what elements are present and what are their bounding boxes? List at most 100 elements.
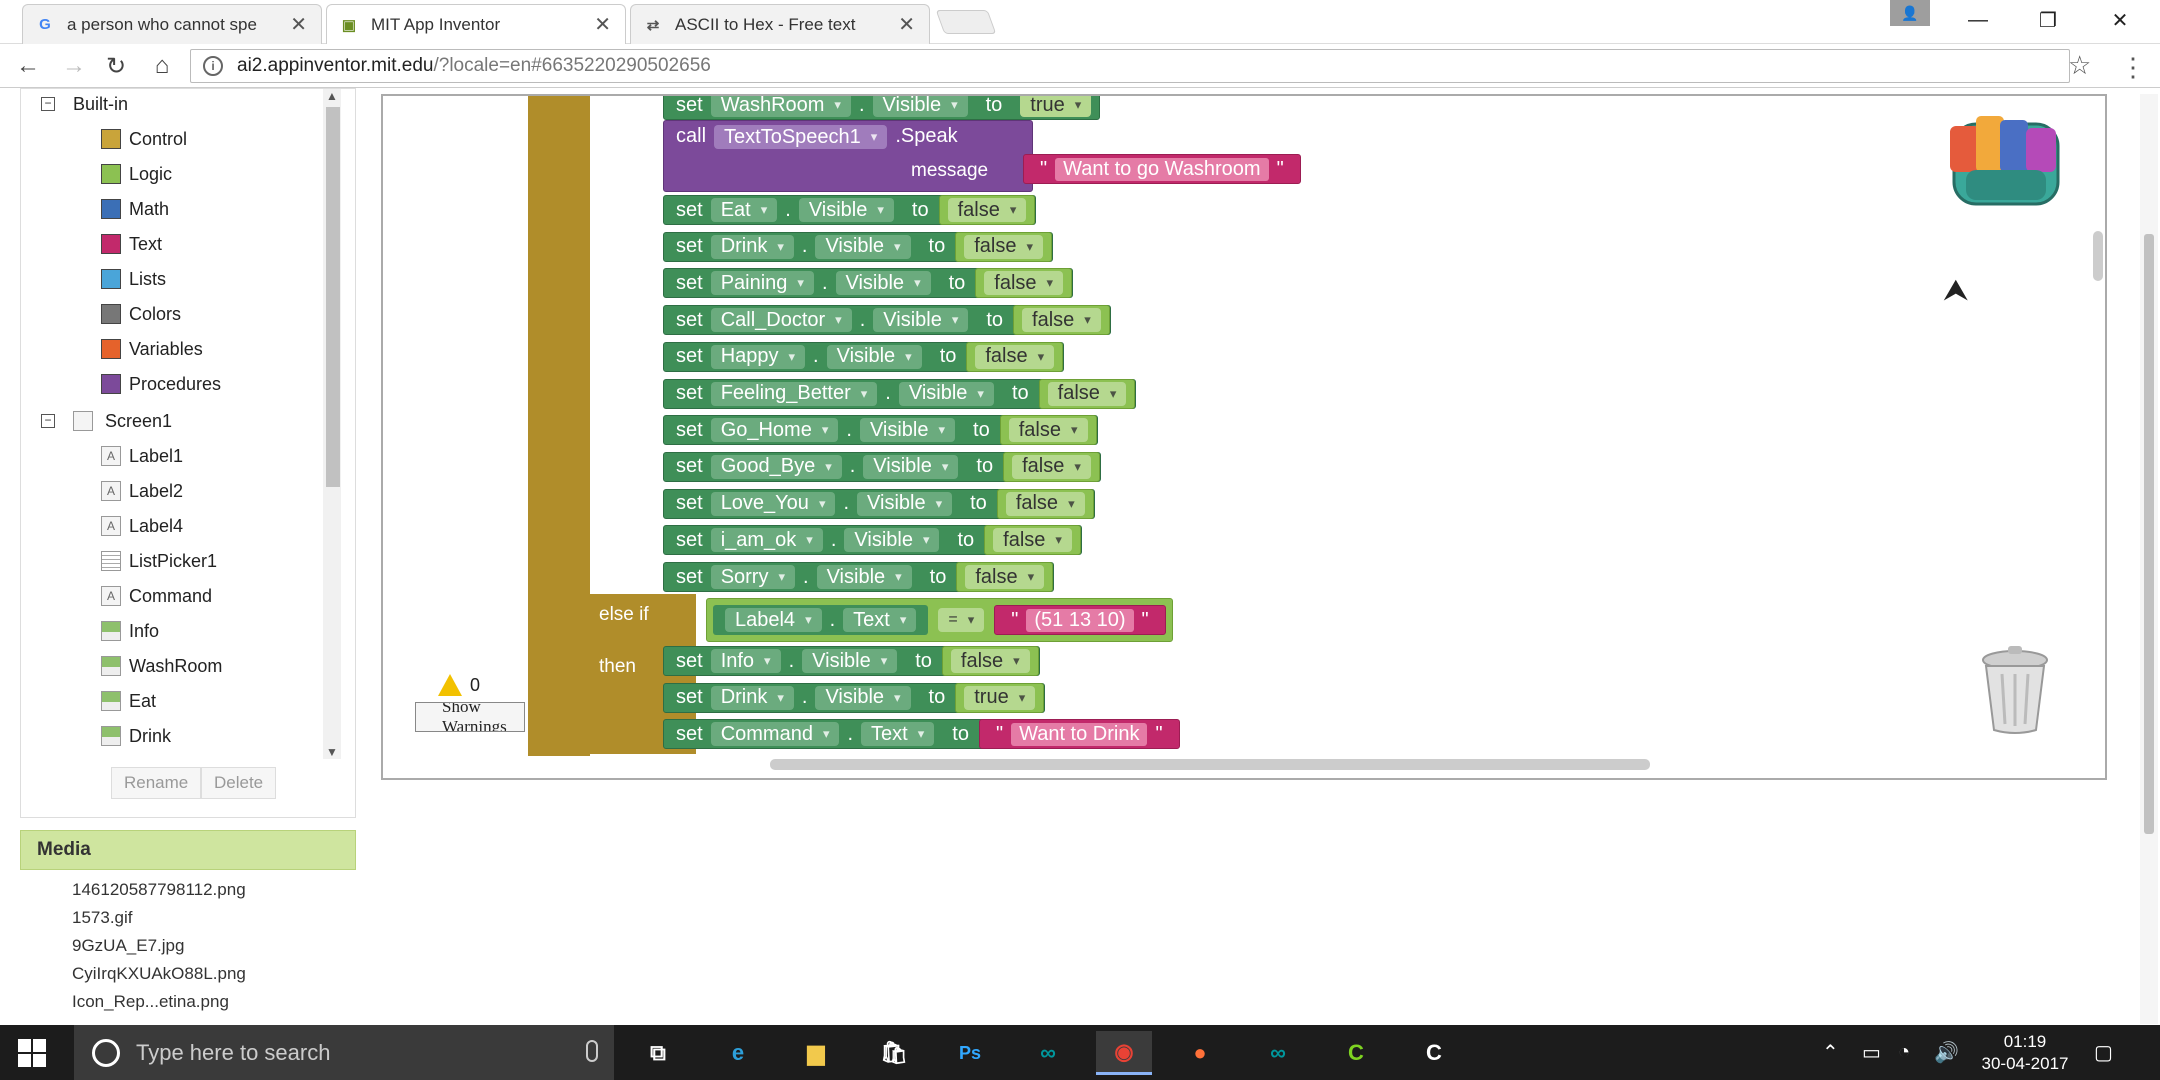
arduino-icon[interactable]: ∞ xyxy=(1020,1031,1076,1075)
page-scrollbar[interactable] xyxy=(2140,94,2158,1024)
set-block[interactable]: setDrink.Visibletofalse xyxy=(663,231,1054,262)
value-dropdown[interactable]: true xyxy=(1020,96,1092,117)
tree-builtin-item[interactable]: Lists xyxy=(101,264,166,294)
tree-component-item[interactable]: A Command xyxy=(101,581,212,611)
boolean-block[interactable]: false xyxy=(975,268,1073,299)
tab-ascii-hex[interactable]: ⇄ ASCII to Hex - Free text ✕ xyxy=(630,4,930,44)
component-dropdown[interactable]: Sorry xyxy=(710,565,796,589)
text-value[interactable]: Want to go Washroom xyxy=(1055,157,1269,181)
task-view-icon[interactable]: ⧉ xyxy=(630,1031,686,1075)
component-dropdown[interactable]: Eat xyxy=(710,198,778,222)
show-hidden-icons[interactable]: ⌃ xyxy=(1822,1025,1839,1080)
set-block[interactable]: setLove_You.Visibletofalse xyxy=(663,488,1095,519)
close-tab-icon[interactable]: ✕ xyxy=(290,12,307,37)
tree-component-item[interactable]: Eat xyxy=(101,686,156,716)
operator-dropdown[interactable]: = xyxy=(938,608,985,632)
microphone-icon[interactable] xyxy=(586,1040,598,1062)
media-file[interactable]: Icon_Rep...etina.png xyxy=(72,992,229,1012)
property-dropdown[interactable]: Visible xyxy=(859,418,956,443)
collapse-icon[interactable]: − xyxy=(41,414,55,428)
tab-google-search[interactable]: G a person who cannot spe ✕ xyxy=(22,4,322,44)
tree-builtin-item[interactable]: Math xyxy=(101,194,169,224)
camtasia-icon[interactable]: C xyxy=(1328,1031,1384,1075)
edge-icon[interactable]: e xyxy=(710,1031,766,1075)
component-dropdown[interactable]: Drink xyxy=(710,685,794,710)
component-getter-block[interactable]: Label4. Text xyxy=(713,605,929,635)
component-dropdown[interactable]: WashRoom xyxy=(710,96,851,117)
property-dropdown[interactable]: Visible xyxy=(798,198,894,222)
boolean-dropdown[interactable]: false xyxy=(1047,381,1127,406)
volume-icon[interactable]: 🔊 xyxy=(1934,1025,1959,1080)
tree-component-item[interactable]: Info xyxy=(101,616,159,646)
property-dropdown[interactable]: Text xyxy=(861,722,935,747)
boolean-block[interactable]: false xyxy=(1013,305,1110,336)
firefox-icon[interactable]: ● xyxy=(1172,1031,1228,1075)
component-dropdown[interactable]: Happy xyxy=(710,344,806,369)
component-dropdown[interactable]: Go_Home xyxy=(710,418,839,443)
compare-block[interactable]: Label4. Text = "(51 13 10)" xyxy=(706,598,1173,642)
boolean-dropdown[interactable]: false xyxy=(964,234,1044,259)
windows-start-icon[interactable] xyxy=(18,1039,46,1067)
boolean-block[interactable]: false xyxy=(1003,451,1100,482)
boolean-dropdown[interactable]: false xyxy=(965,565,1045,589)
collapse-icon[interactable]: − xyxy=(41,97,55,111)
tree-component-item[interactable]: ListPicker1 xyxy=(101,546,217,576)
tree-builtin-item[interactable]: Control xyxy=(101,124,187,154)
property-dropdown[interactable]: Visible xyxy=(898,381,994,406)
scroll-up-icon[interactable]: ▲ xyxy=(326,89,338,103)
boolean-block[interactable]: false xyxy=(984,525,1081,556)
backpack-icon[interactable] xyxy=(1936,106,2076,216)
property-dropdown[interactable]: Visible xyxy=(844,528,940,553)
set-block[interactable]: setPaining.Visibletofalse xyxy=(663,268,1074,299)
delete-button[interactable]: Delete xyxy=(201,767,277,799)
set-block[interactable]: seti_am_ok.Visibletofalse xyxy=(663,525,1082,556)
tree-builtin-item[interactable]: Procedures xyxy=(101,369,221,399)
tree-component-item[interactable]: Drink xyxy=(101,721,171,751)
set-block[interactable]: setSorry.Visibletofalse xyxy=(663,562,1055,592)
boolean-block[interactable]: false xyxy=(938,195,1036,225)
component-dropdown[interactable]: Call_Doctor xyxy=(710,308,852,333)
trash-icon[interactable] xyxy=(1980,646,2050,736)
media-file[interactable]: CyiIrqKXUAkO88L.png xyxy=(72,964,246,984)
component-dropdown[interactable]: Drink xyxy=(710,234,794,259)
property-dropdown[interactable]: Visible xyxy=(873,308,969,333)
tree-screen1[interactable]: − Screen1 xyxy=(41,406,172,436)
workspace-hscrollbar[interactable] xyxy=(770,759,1650,770)
info-icon[interactable]: i xyxy=(203,56,223,76)
boolean-dropdown[interactable]: false xyxy=(975,344,1055,369)
set-block[interactable]: setInfo.Visibletofalse xyxy=(663,646,1040,676)
url-input[interactable]: i ai2.appinventor.mit.edu/?locale=en#663… xyxy=(190,49,2070,83)
camtasia-recorder-icon[interactable]: C xyxy=(1406,1031,1462,1075)
boolean-block[interactable]: false xyxy=(996,488,1094,519)
set-block[interactable]: setFeeling_Better.Visibletofalse xyxy=(663,378,1137,409)
component-dropdown[interactable]: Info xyxy=(710,649,781,673)
boolean-block[interactable]: false xyxy=(956,562,1054,592)
new-tab-button[interactable] xyxy=(935,10,997,34)
component-dropdown[interactable]: TextToSpeech1 xyxy=(714,125,888,149)
reload-icon[interactable]: ↻ xyxy=(100,50,132,82)
boolean-dropdown[interactable]: false xyxy=(1012,454,1091,479)
property-dropdown[interactable]: Visible xyxy=(815,234,911,259)
close-window-icon[interactable]: ✕ xyxy=(2090,0,2150,40)
set-block[interactable]: setHappy.Visibletofalse xyxy=(663,341,1065,372)
battery-icon[interactable]: ▭ xyxy=(1862,1025,1881,1080)
tree-component-item[interactable]: A Label4 xyxy=(101,511,183,541)
minimize-icon[interactable]: — xyxy=(1948,0,2008,40)
tree-builtin-item[interactable]: Variables xyxy=(101,334,203,364)
back-icon[interactable]: ← xyxy=(12,50,44,82)
property-dropdown[interactable]: Visible xyxy=(857,491,953,516)
tree-component-item[interactable]: A Label2 xyxy=(101,476,183,506)
boolean-block[interactable]: false xyxy=(941,646,1039,676)
boolean-block[interactable]: false xyxy=(1038,378,1136,409)
boolean-dropdown[interactable]: false xyxy=(947,198,1027,222)
boolean-dropdown[interactable]: true xyxy=(964,685,1036,710)
boolean-block[interactable]: false xyxy=(966,341,1064,372)
text-block[interactable]: " Want to Drink " xyxy=(978,719,1180,750)
forward-icon[interactable]: → xyxy=(58,50,90,82)
property-dropdown[interactable]: Visible xyxy=(826,344,922,369)
component-dropdown[interactable]: Good_Bye xyxy=(710,454,842,479)
property-dropdown[interactable]: Visible xyxy=(872,96,968,117)
text-block[interactable]: " Want to go Washroom " xyxy=(1023,154,1301,184)
component-dropdown[interactable]: Love_You xyxy=(710,491,836,516)
scroll-thumb[interactable] xyxy=(326,107,340,487)
